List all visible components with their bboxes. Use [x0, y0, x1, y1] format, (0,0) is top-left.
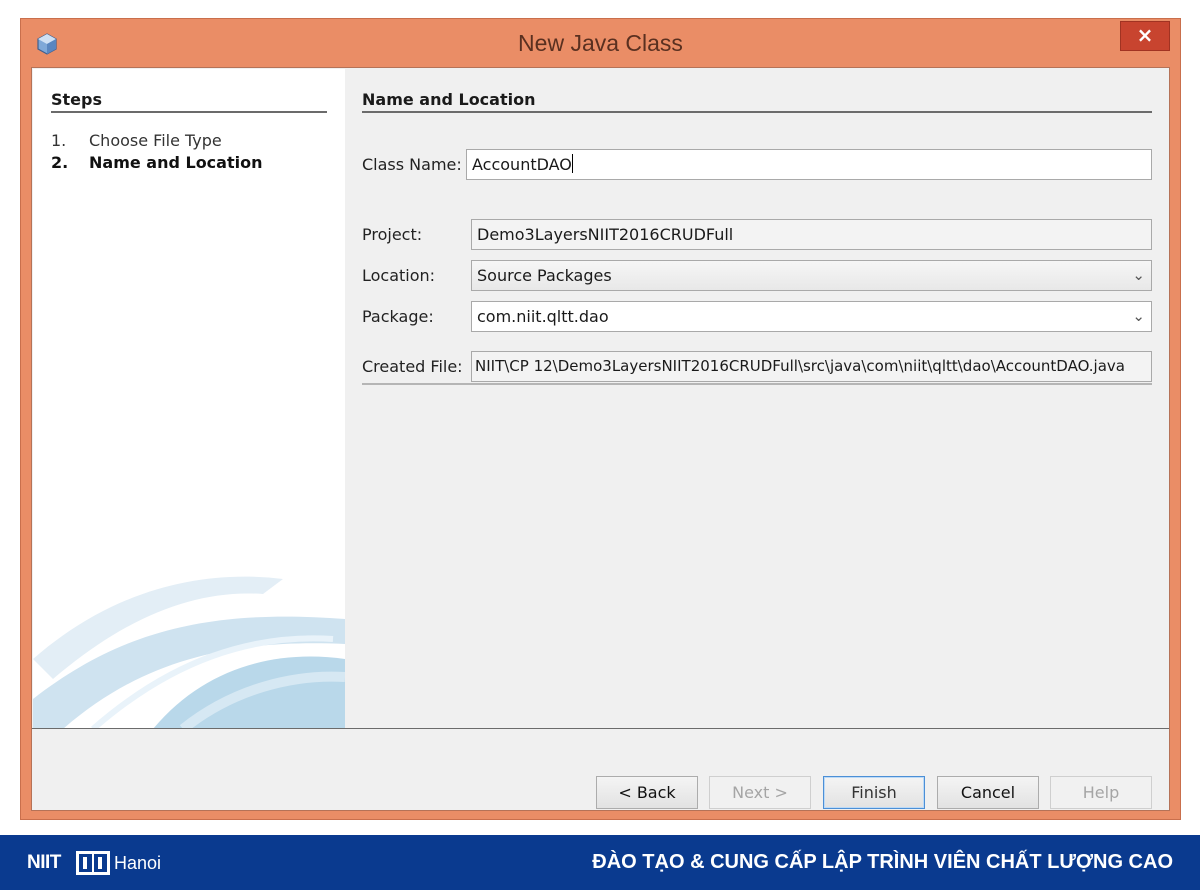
class-name-label: Class Name: [362, 155, 462, 174]
project-value: Demo3LayersNIIT2016CRUDFull [477, 225, 734, 244]
help-button[interactable]: Help [1050, 776, 1152, 809]
logo-city-text: Hanoi [114, 853, 162, 873]
step-number: 1. [51, 131, 67, 150]
location-dropdown[interactable]: Source Packages ⌄ [471, 260, 1152, 291]
window-title: New Java Class [518, 30, 683, 56]
finish-button[interactable]: Finish [823, 776, 925, 809]
button-bar-separator [32, 728, 1169, 729]
step-item-choose-file-type: 1. Choose File Type [51, 131, 222, 150]
footer-slogan: ĐÀO TẠO & CUNG CẤP LẬP TRÌNH VIÊN CHẤT L… [592, 851, 1173, 873]
project-label: Project: [362, 225, 423, 244]
package-label: Package: [362, 307, 434, 326]
location-value: Source Packages [477, 266, 612, 285]
cancel-button[interactable]: Cancel [937, 776, 1039, 809]
step-item-name-and-location: 2. Name and Location [51, 153, 262, 172]
chevron-down-icon: ⌄ [1132, 266, 1145, 284]
step-number: 2. [51, 153, 69, 172]
project-field: Demo3LayersNIIT2016CRUDFull [471, 219, 1152, 250]
footer-banner: NIIT Hanoi ĐÀO TẠO & CUNG CẤP LẬP TRÌNH … [0, 835, 1200, 890]
title-bar[interactable]: New Java Class × [21, 19, 1180, 67]
steps-heading: Steps [51, 90, 102, 109]
steps-divider [51, 111, 327, 113]
next-button[interactable]: Next > [709, 776, 811, 809]
package-value: com.niit.qltt.dao [477, 307, 609, 326]
package-combobox[interactable]: com.niit.qltt.dao ⌄ [471, 301, 1152, 332]
back-button[interactable]: < Back [596, 776, 698, 809]
step-label: Name and Location [89, 153, 263, 172]
wizard-decoration-image [33, 576, 345, 728]
step-label: Choose File Type [89, 131, 222, 150]
created-file-label: Created File: [362, 357, 463, 376]
chevron-down-icon: ⌄ [1132, 307, 1145, 325]
close-button[interactable]: × [1120, 21, 1170, 51]
text-cursor [571, 154, 573, 173]
section-title: Name and Location [362, 90, 536, 109]
class-name-value: AccountDAO [472, 155, 572, 174]
created-file-value: NIIT\CP 12\Demo3LayersNIIT2016CRUDFull\s… [475, 357, 1125, 375]
logo-brand-text: NIIT [27, 852, 61, 873]
dialog-body: Steps 1. Choose File Type 2. Name and Loca… [31, 67, 1170, 811]
section-divider [362, 111, 1152, 113]
created-file-field: NIIT\CP 12\Demo3LayersNIIT2016CRUDFull\s… [471, 351, 1152, 382]
form-divider [362, 383, 1152, 385]
close-icon: × [1136, 23, 1154, 47]
name-and-location-panel: Name and Location Class Name: AccountDAO… [346, 69, 1169, 728]
location-label: Location: [362, 266, 436, 285]
new-java-class-dialog: New Java Class × Steps 1. Choose File Typ… [20, 18, 1181, 820]
class-name-input[interactable]: AccountDAO [466, 149, 1152, 180]
niit-mark-icon [76, 851, 110, 875]
steps-panel: Steps 1. Choose File Type 2. Name and Loca… [33, 69, 345, 728]
